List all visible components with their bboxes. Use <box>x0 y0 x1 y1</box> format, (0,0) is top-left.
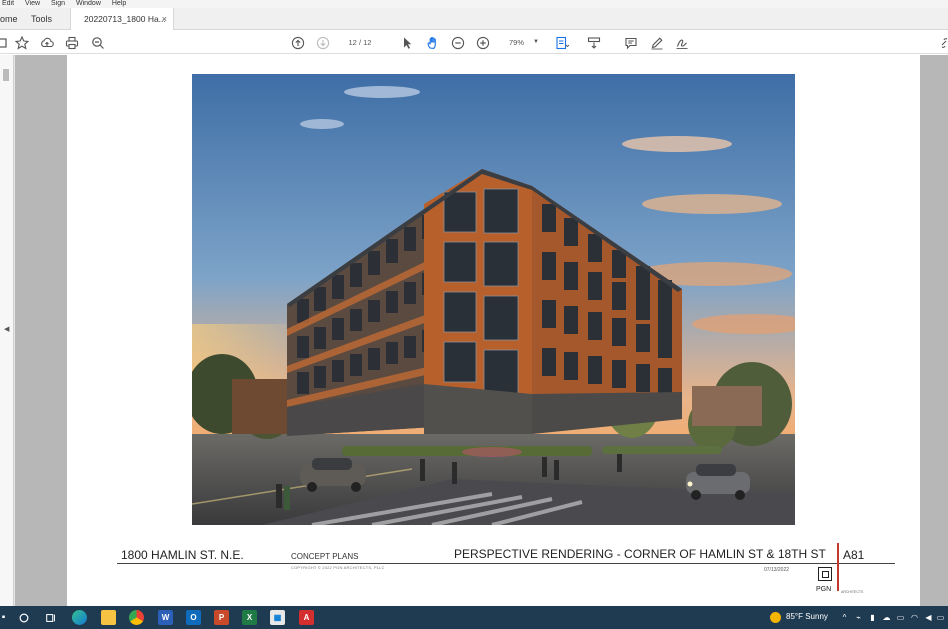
zoom-level-dropdown[interactable]: 79% ▼ <box>500 36 542 49</box>
left-panel-rail: ◀ <box>0 55 14 606</box>
sheet-number: A81 <box>843 548 865 562</box>
word-icon[interactable]: W <box>158 610 173 625</box>
page-gutter-right <box>920 55 948 606</box>
sheet-date: 07/13/2022 <box>764 567 790 573</box>
sign-icon[interactable] <box>674 35 690 51</box>
tab-document-label: 20220713_1800 Ha... <box>84 14 166 24</box>
store-icon[interactable]: ▦ <box>270 610 285 625</box>
notification-icon[interactable]: ▭ <box>936 613 945 622</box>
cloud-upload-icon[interactable] <box>39 35 55 51</box>
menu-help[interactable]: Help <box>112 0 126 8</box>
scroll-mode-icon[interactable] <box>586 35 602 51</box>
system-tray: 85°F Sunny ^ ⌁ ▮ ☁ ▭ ◠ ◀ ▭ <box>770 606 948 629</box>
taskbar: ▪ W O P X ▦ A 85°F Sunny ^ ⌁ ▮ ☁ ▭ ◠ ◀ ▭ <box>0 606 948 629</box>
weather-text[interactable]: 85°F Sunny <box>786 612 828 621</box>
volume-icon[interactable]: ◀ <box>924 613 933 622</box>
zoom-out-magnifier-icon[interactable] <box>90 35 106 51</box>
task-view-icon[interactable] <box>43 610 58 625</box>
zoom-out-icon[interactable] <box>450 35 466 51</box>
pdf-page: 1800 HAMLIN ST. N.E. CONCEPT PLANS COPYR… <box>67 55 920 606</box>
firm-logo-icon <box>818 567 832 581</box>
wifi-icon[interactable]: ◠ <box>910 613 919 622</box>
network-icon[interactable]: ⌁ <box>854 613 863 622</box>
firm-subtitle: ARCHITECTS <box>841 590 864 594</box>
powerpoint-icon[interactable]: P <box>214 610 229 625</box>
firm-name: PGN <box>816 586 832 593</box>
tab-home[interactable]: ome <box>0 8 24 30</box>
tab-tools[interactable]: Tools <box>31 8 67 30</box>
page-current: 12 <box>348 38 357 47</box>
title-block-rule <box>117 563 895 564</box>
battery-icon[interactable]: ▮ <box>868 613 877 622</box>
edge-icon[interactable] <box>72 610 87 625</box>
page-up-icon[interactable] <box>290 35 306 51</box>
sheet-address: 1800 HAMLIN ST. N.E. <box>121 548 244 562</box>
zoom-in-icon[interactable] <box>475 35 491 51</box>
menu-sign[interactable]: Sign <box>51 0 65 8</box>
close-tab-icon[interactable]: × <box>162 8 167 30</box>
sun-weather-icon[interactable] <box>770 612 781 623</box>
page-separator: / <box>358 38 362 47</box>
search-circle-icon[interactable] <box>16 610 31 625</box>
sheet-title: PERSPECTIVE RENDERING - CORNER OF HAMLIN… <box>454 547 826 561</box>
chevron-down-icon: ▼ <box>533 39 539 45</box>
fit-page-icon[interactable] <box>554 35 570 51</box>
outlook-icon[interactable]: O <box>186 610 201 625</box>
onedrive-icon[interactable]: ☁ <box>882 613 891 622</box>
page-number-field[interactable]: 12 / 12 <box>338 36 382 49</box>
bookmark-star-icon[interactable] <box>14 35 30 51</box>
comment-icon[interactable] <box>623 35 639 51</box>
select-cursor-icon[interactable] <box>399 35 415 51</box>
sheet-copyright: COPYRIGHT © 2022 PGN ARCHITECTS, PLLC <box>291 565 385 570</box>
share-link-icon[interactable] <box>938 35 948 51</box>
rendering-image <box>192 74 795 525</box>
sheet-concept: CONCEPT PLANS <box>291 552 359 561</box>
page-down-icon[interactable] <box>315 35 331 51</box>
display-icon[interactable]: ▭ <box>896 613 905 622</box>
title-block-divider <box>837 543 839 591</box>
file-explorer-icon[interactable] <box>101 610 116 625</box>
tab-document[interactable]: 20220713_1800 Ha... × <box>70 8 174 30</box>
menu-bar: Edit View Sign Window Help <box>0 0 948 8</box>
acrobat-icon[interactable]: A <box>299 610 314 625</box>
panel-handle[interactable] <box>3 69 9 81</box>
print-icon[interactable] <box>64 35 80 51</box>
chrome-icon[interactable] <box>129 610 144 625</box>
hand-tool-icon[interactable] <box>425 35 441 51</box>
zoom-level-value: 79% <box>509 38 525 47</box>
menu-window[interactable]: Window <box>76 0 101 8</box>
excel-icon[interactable]: X <box>242 610 257 625</box>
windows-start-icon[interactable]: ▪ <box>0 610 11 625</box>
menu-edit[interactable]: Edit <box>2 0 14 8</box>
page-total: 12 <box>363 38 372 47</box>
document-viewer[interactable]: ◀ 1800 HAMLIN ST. N.E. CONCEPT PLANS COP… <box>0 55 948 606</box>
menu-view[interactable]: View <box>25 0 40 8</box>
expand-panel-icon[interactable]: ◀ <box>4 325 9 333</box>
toolbar: 12 / 12 79% ▼ <box>0 31 948 54</box>
pen-icon[interactable] <box>649 35 665 51</box>
chevron-up-icon[interactable]: ^ <box>840 613 849 622</box>
open-file-icon[interactable] <box>0 35 10 51</box>
tab-bar: ome Tools 20220713_1800 Ha... × <box>0 8 948 30</box>
page-gutter-left <box>15 55 67 606</box>
